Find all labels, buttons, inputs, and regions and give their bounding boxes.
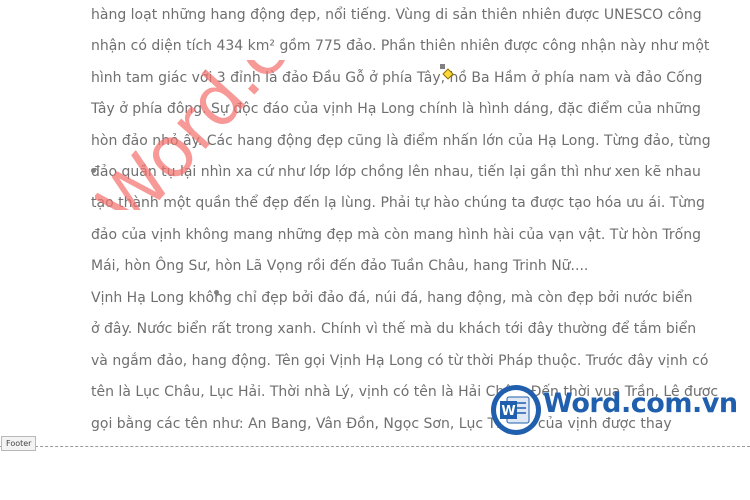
text-line: Mái, hòn Ông Sư, hòn Lã Vọng rồi đến đảo… bbox=[91, 258, 589, 275]
resize-handle[interactable] bbox=[440, 64, 445, 69]
resize-handle[interactable] bbox=[214, 290, 219, 295]
paragraph-1[interactable]: hàng loạt những hang động đẹp, nổi tiếng… bbox=[91, 0, 711, 283]
logo-text: Word.com.vn bbox=[543, 388, 738, 419]
text-line: nhận có diện tích 434 km² gồm 775 đảo. P… bbox=[91, 38, 710, 55]
text-line: Tây ở phía đông. Sự độc đáo của vịnh Hạ … bbox=[91, 101, 701, 118]
text-line: đảo quần tụ lại nhìn xa cứ như lớp lớp c… bbox=[91, 163, 701, 180]
logo-domain: .com.vn bbox=[621, 388, 738, 419]
text-line: hàng loạt những hang động đẹp, nổi tiếng… bbox=[91, 7, 702, 23]
word-app-icon: W bbox=[491, 385, 541, 435]
resize-handle[interactable] bbox=[91, 168, 96, 173]
logo-name: Word bbox=[543, 388, 622, 419]
footer-separator bbox=[0, 446, 750, 447]
word-com-vn-logo: W Word.com.vn bbox=[490, 384, 738, 436]
document-page[interactable]: hàng loạt những hang động đẹp, nổi tiếng… bbox=[0, 0, 750, 500]
text-line: đảo của vịnh không mang những đẹp mà còn… bbox=[91, 226, 701, 243]
text-line: và ngắm đảo, hang động. Tên gọi Vịnh Hạ … bbox=[91, 352, 709, 369]
footer-tag[interactable]: Footer bbox=[1, 436, 37, 451]
text-line: Vịnh Hạ Long không chỉ đẹp bởi đảo đá, n… bbox=[91, 290, 693, 306]
text-line: tạo thành một quần thể đẹp đến lạ lùng. … bbox=[91, 195, 705, 212]
logo-icon-letter: W bbox=[501, 404, 515, 419]
text-line: hòn đảo nhỏ ấy. Các hang động đẹp cũng l… bbox=[91, 132, 711, 149]
text-line: ở đây. Nước biển rất trong xanh. Chính v… bbox=[91, 321, 697, 338]
text-line: hình tam giác với 3 đỉnh là đảo Đầu Gỗ ở… bbox=[91, 69, 703, 86]
